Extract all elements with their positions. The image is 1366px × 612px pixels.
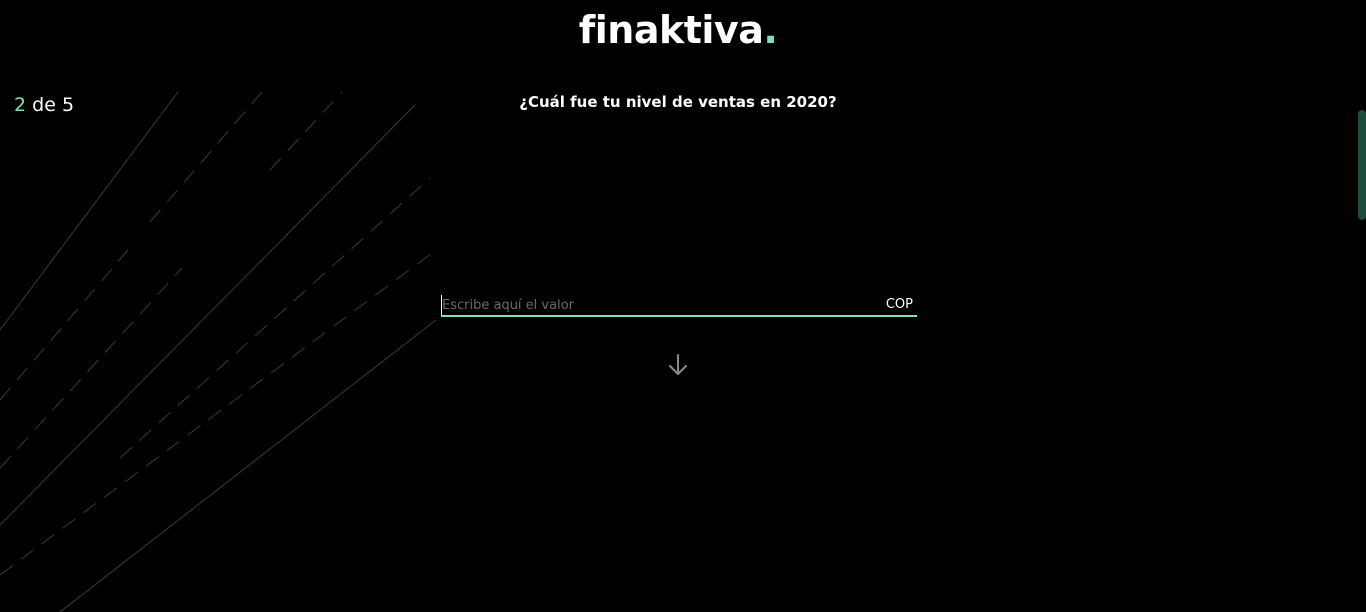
finaktiva-logo[interactable]: finaktiva. — [0, 8, 1356, 52]
background-lines-decoration — [0, 91, 437, 612]
currency-label: COP — [885, 297, 913, 312]
question-title: ¿Cuál fue tu nivel de ventas en 2020? — [519, 93, 837, 111]
next-button[interactable] — [666, 352, 690, 378]
scrollbar-thumb[interactable] — [1358, 110, 1366, 220]
scrollbar[interactable] — [1356, 0, 1366, 612]
logo-dot: . — [763, 8, 778, 52]
logo-wordmark: finaktiva — [578, 8, 764, 52]
arrow-down-icon — [669, 354, 687, 375]
page: finaktiva. 2 de 5 ¿Cuál fue tu nivel de … — [0, 0, 1366, 612]
sales-value-input[interactable] — [441, 295, 862, 315]
sales-field: COP — [441, 295, 917, 317]
